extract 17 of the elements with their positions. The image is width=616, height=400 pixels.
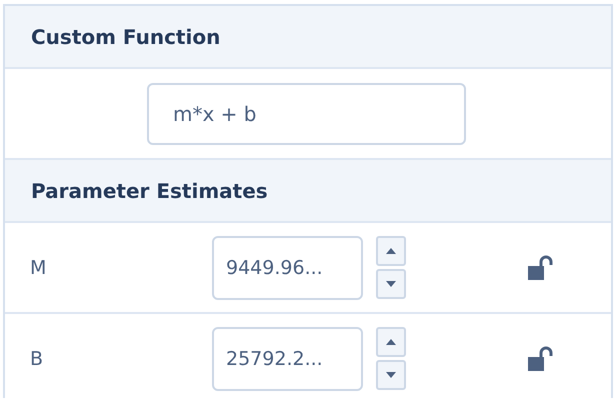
parameter-name: M [29, 256, 48, 278]
unlocked-padlock-icon[interactable] [527, 346, 555, 372]
up-caret-icon [386, 248, 396, 254]
down-caret-icon [386, 372, 396, 378]
up-caret-icon [386, 339, 396, 345]
increment-button[interactable] [376, 327, 406, 357]
decrement-button[interactable] [376, 269, 406, 299]
parameter-field[interactable]: 9449.96... [212, 236, 363, 300]
section-title: Custom Function [31, 24, 220, 48]
decrement-button[interactable] [376, 360, 406, 390]
parameter-name: B [29, 348, 44, 370]
unlocked-padlock-icon[interactable] [527, 254, 555, 280]
increment-button[interactable] [376, 236, 406, 266]
parameter-field[interactable]: 25792.2... [212, 326, 363, 390]
function-field[interactable]: m*x + b [147, 82, 466, 144]
section-title: Parameter Estimates [31, 178, 268, 202]
down-caret-icon [386, 281, 396, 287]
